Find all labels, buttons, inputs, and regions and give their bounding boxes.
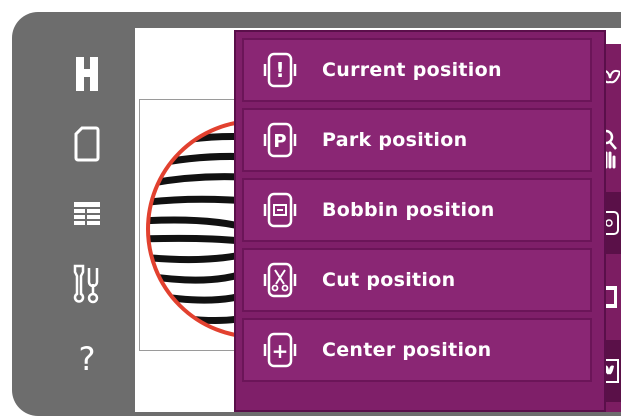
menu-item-park-position[interactable]: P Park position bbox=[242, 108, 592, 172]
menu-item-current-position[interactable]: ! Current position bbox=[242, 38, 592, 102]
menu-item-label: Center position bbox=[322, 339, 492, 361]
menu-item-label: Park position bbox=[322, 129, 468, 151]
position-menu: ! Current position P Park position Bobbi… bbox=[236, 32, 604, 410]
menu-item-cut-position[interactable]: Cut position bbox=[242, 248, 592, 312]
menu-item-label: Bobbin position bbox=[322, 199, 495, 221]
device-frame: ? ! Current position P Park position Bob… bbox=[12, 12, 621, 416]
cut-position-icon bbox=[258, 258, 302, 302]
list-view-icon[interactable] bbox=[62, 189, 112, 239]
current-position-glyph: ! bbox=[275, 58, 284, 82]
park-position-icon: P bbox=[258, 118, 302, 162]
left-sidebar: ? bbox=[12, 12, 135, 416]
bobbin-position-icon bbox=[258, 188, 302, 232]
center-position-glyph: + bbox=[272, 339, 289, 363]
park-position-glyph: P bbox=[273, 131, 286, 152]
menu-item-center-position[interactable]: + Center position bbox=[242, 318, 592, 382]
help-icon[interactable]: ? bbox=[62, 334, 112, 384]
menu-item-label: Cut position bbox=[322, 269, 456, 291]
current-position-icon: ! bbox=[258, 48, 302, 92]
center-position-icon: + bbox=[258, 328, 302, 372]
design-area-icon[interactable] bbox=[62, 119, 112, 169]
menu-item-label: Current position bbox=[322, 59, 502, 81]
home-icon[interactable] bbox=[62, 49, 112, 99]
menu-item-bobbin-position[interactable]: Bobbin position bbox=[242, 178, 592, 242]
help-glyph: ? bbox=[78, 340, 96, 378]
tools-icon[interactable] bbox=[62, 260, 112, 310]
